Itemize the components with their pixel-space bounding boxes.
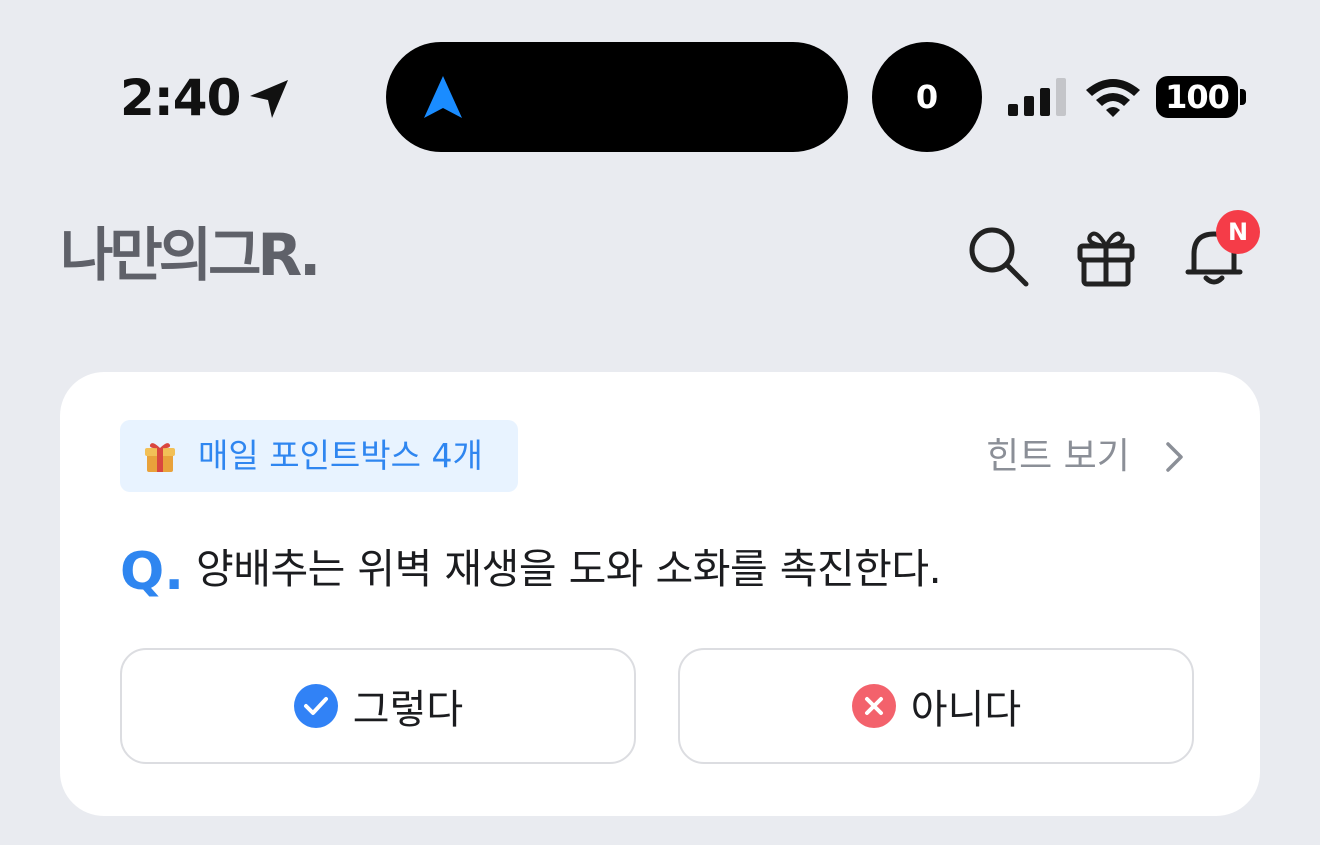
battery-level: 100	[1156, 76, 1238, 118]
gift-icon[interactable]	[1074, 224, 1138, 288]
battery-indicator: 100	[1156, 76, 1248, 118]
dynamic-island-counter: 0	[872, 42, 982, 152]
chevron-right-icon[interactable]	[1162, 440, 1186, 474]
location-arrow-icon	[250, 80, 288, 118]
cellular-signal-icon	[1008, 78, 1066, 116]
battery-cap	[1240, 89, 1246, 105]
hint-link[interactable]: 힌트 보기	[986, 430, 1130, 484]
daily-points-label: 매일 포인트박스 4개	[198, 436, 483, 475]
navigation-arrow-icon	[424, 76, 462, 118]
status-time: 2:40	[120, 69, 241, 127]
answer-yes-label: 그렇다	[352, 687, 464, 733]
dynamic-island	[386, 42, 848, 152]
answer-no-button[interactable]: 아니다	[678, 648, 1194, 764]
daily-points-chip[interactable]: 매일 포인트박스 4개	[120, 420, 518, 492]
quiz-card: 매일 포인트박스 4개 힌트 보기 Q. 양배추는 위벽 재생을 도와 소화를 …	[60, 372, 1260, 816]
app-logo[interactable]: 나만의그R.	[60, 222, 321, 288]
app-screen: 2:40 0 100 나만의그R. N 매일 포인트박스 4개 힌트 보기 Q.…	[0, 0, 1320, 845]
wifi-icon	[1086, 79, 1140, 117]
check-circle-icon	[293, 684, 338, 728]
answer-yes-button[interactable]: 그렇다	[120, 648, 636, 764]
x-circle-icon	[851, 684, 896, 728]
question-text: 양배추는 위벽 재생을 도와 소화를 촉진한다.	[196, 545, 942, 593]
search-icon[interactable]	[966, 224, 1030, 288]
answer-no-label: 아니다	[910, 687, 1022, 733]
gift-emoji-icon	[145, 443, 175, 472]
indicator-count: 0	[915, 78, 939, 116]
question-prefix: Q.	[120, 542, 184, 602]
notification-badge: N	[1216, 210, 1260, 254]
